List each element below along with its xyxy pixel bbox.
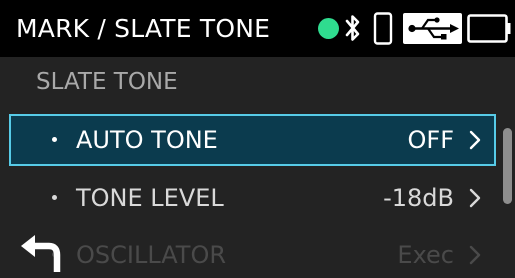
menu-item-auto-tone[interactable]: AUTO TONE OFF: [9, 114, 496, 166]
device-screen: MARK / SLATE TONE SLATE TONE AUTO TONE O…: [0, 0, 515, 278]
phone-icon: [373, 12, 393, 45]
back-arrow-icon: [21, 235, 61, 272]
screen-title: MARK / SLATE TONE: [16, 14, 271, 43]
back-button[interactable]: [0, 229, 64, 278]
menu-item-value: -18dB: [383, 184, 454, 212]
menu-item-tone-level[interactable]: TONE LEVEL -18dB: [9, 172, 496, 224]
battery-icon: [467, 14, 511, 43]
chevron-right-icon: [469, 130, 481, 150]
menu-item-value: Exec: [397, 241, 454, 269]
chevron-right-icon: [469, 245, 481, 265]
bluetooth-icon: [345, 15, 360, 41]
menu-item-value: OFF: [407, 126, 455, 154]
section-title: SLATE TONE: [36, 69, 178, 95]
usb-icon: [408, 17, 459, 40]
chevron-right-icon: [469, 188, 481, 208]
title-bar: MARK / SLATE TONE: [0, 0, 515, 57]
bullet-icon: [52, 137, 57, 142]
usb-connection-badge: [403, 13, 462, 44]
menu-item-label: OSCILLATOR: [76, 241, 227, 269]
status-dot-icon: [318, 18, 339, 39]
menu-item-oscillator[interactable]: OSCILLATOR Exec: [9, 229, 496, 278]
menu-item-label: AUTO TONE: [76, 126, 218, 154]
menu-item-label: TONE LEVEL: [76, 184, 224, 212]
scrollbar-thumb[interactable]: [503, 128, 512, 204]
bullet-icon: [52, 195, 57, 200]
scrollbar[interactable]: [503, 61, 515, 278]
